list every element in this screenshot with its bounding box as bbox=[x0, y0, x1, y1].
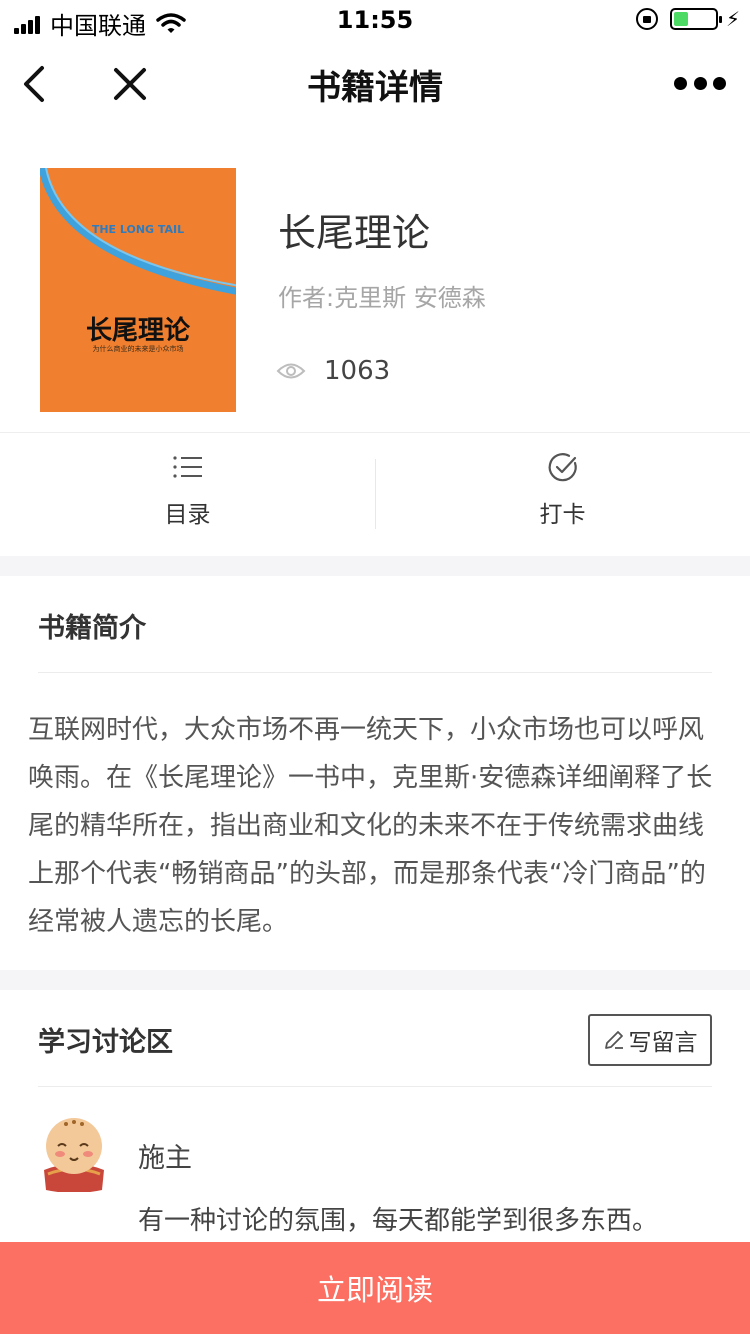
eye-icon bbox=[276, 363, 306, 379]
book-cover[interactable]: THE LONG TAIL 长尾理论 为什么商业的未来是小众市场 bbox=[40, 168, 236, 412]
cover-english-title: THE LONG TAIL bbox=[91, 223, 185, 236]
tab-catalog-label: 目录 bbox=[164, 502, 211, 528]
orientation-lock-icon bbox=[635, 8, 658, 30]
page-title: 书籍详情 bbox=[307, 68, 443, 108]
tab-checkin[interactable]: 打卡 bbox=[375, 433, 750, 557]
divider bbox=[38, 672, 712, 673]
write-comment-button[interactable]: 写留言 bbox=[588, 1014, 712, 1066]
pen-icon bbox=[604, 1031, 623, 1049]
write-comment-label: 写留言 bbox=[628, 1030, 698, 1056]
status-bar: 中国联通 11:55 ⚡ bbox=[0, 0, 750, 40]
book-header: THE LONG TAIL 长尾理论 为什么商业的未来是小众市场 长尾理论 作者… bbox=[0, 128, 750, 556]
book-author: 作者:克里斯 安德森 bbox=[278, 284, 486, 312]
view-count: 1063 bbox=[276, 356, 390, 386]
comment-text: 有一种讨论的氛围，每天都能学到很多东西。 bbox=[138, 1206, 659, 1236]
cover-curve bbox=[40, 168, 236, 295]
list-icon bbox=[173, 456, 202, 478]
more-icon[interactable] bbox=[674, 68, 726, 98]
book-actions: 目录 打卡 bbox=[0, 432, 750, 556]
intro-text: 互联网时代，大众市场不再一统天下，小众市场也可以呼风唤雨。在《长尾理论》一书中，… bbox=[28, 715, 713, 937]
book-title: 长尾理论 bbox=[278, 211, 431, 255]
intro-heading: 书籍简介 bbox=[38, 613, 146, 644]
cover-chinese-title: 长尾理论 bbox=[85, 316, 190, 346]
check-circle-icon bbox=[548, 453, 577, 482]
avatar[interactable] bbox=[36, 1112, 112, 1192]
battery-icon bbox=[669, 8, 722, 30]
comment-author: 施主 bbox=[138, 1143, 192, 1174]
charging-icon: ⚡ bbox=[725, 7, 740, 31]
tab-catalog[interactable]: 目录 bbox=[0, 433, 375, 557]
book-intro-section: 书籍简介 互联网时代，大众市场不再一统天下，小众市场也可以呼风唤雨。在《长尾理论… bbox=[0, 576, 750, 970]
discussion-heading: 学习讨论区 bbox=[38, 1027, 173, 1058]
divider bbox=[38, 1086, 712, 1087]
cover-subtitle: 为什么商业的未来是小众市场 bbox=[92, 345, 184, 353]
nav-bar: 书籍详情 bbox=[0, 40, 750, 128]
tab-checkin-label: 打卡 bbox=[539, 502, 586, 528]
read-now-button[interactable]: 立即阅读 bbox=[0, 1242, 750, 1334]
view-count-value: 1063 bbox=[324, 356, 391, 386]
